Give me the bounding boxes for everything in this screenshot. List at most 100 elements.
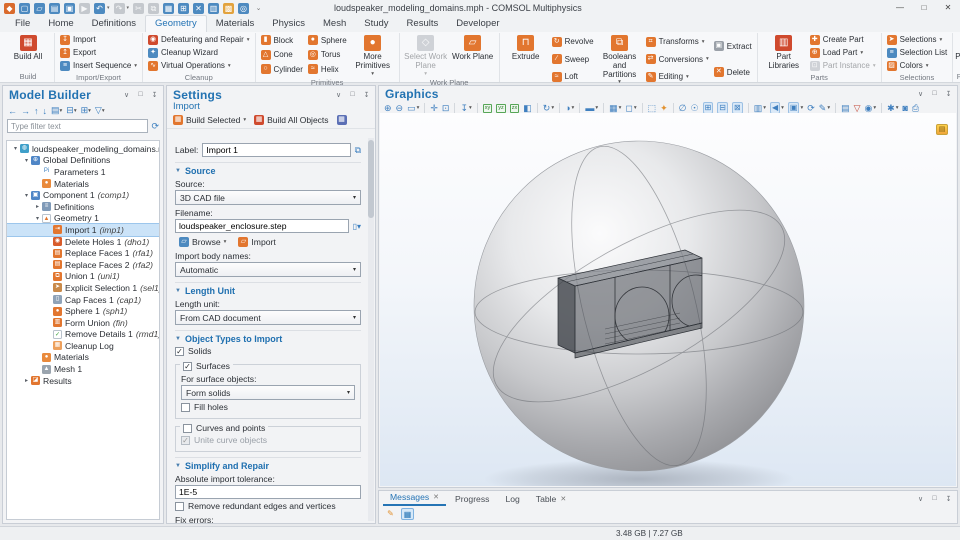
section-header[interactable]: ▼Simplify and Repair bbox=[175, 461, 361, 471]
save-preview-button[interactable]: ▣ bbox=[64, 3, 75, 14]
save-button[interactable]: ▤ bbox=[49, 3, 60, 14]
section-header[interactable]: ▼Object Types to Import bbox=[175, 334, 361, 344]
view-xy-icon[interactable]: xy bbox=[482, 104, 494, 113]
build-selected-button[interactable]: ▦Build Selected▾ bbox=[173, 115, 246, 125]
tab-messages[interactable]: Messages✕ bbox=[383, 491, 446, 506]
tree-item-parameters-1[interactable]: PiParameters 1 bbox=[7, 166, 159, 178]
sphere-button[interactable]: ●Sphere bbox=[306, 34, 349, 47]
colors-button[interactable]: ▨Colors▾ bbox=[885, 59, 950, 72]
pin-panel-icon[interactable]: ↧ bbox=[150, 91, 159, 99]
clear-messages-icon[interactable]: ✎ bbox=[384, 508, 397, 520]
new-file-button[interactable]: ▢ bbox=[19, 3, 30, 14]
length-unit-select[interactable]: From CAD document▾ bbox=[175, 310, 361, 325]
selection-list-button[interactable]: ≡Selection List bbox=[885, 46, 950, 59]
filename-options-icon[interactable]: ▯▾ bbox=[353, 222, 361, 231]
redo-button-dropdown[interactable]: ▾ bbox=[127, 5, 130, 11]
tree-expander[interactable]: ▾ bbox=[22, 192, 31, 199]
float-panel-icon[interactable]: □ bbox=[136, 91, 145, 99]
pin-panel-icon[interactable]: ↧ bbox=[362, 91, 371, 99]
surfaces-checkbox[interactable]: ✓Surfaces bbox=[180, 360, 233, 372]
duplicate-button[interactable]: ⊞ bbox=[178, 3, 189, 14]
open-button[interactable]: ▱ bbox=[34, 3, 45, 14]
paste-button[interactable]: ▦ bbox=[163, 3, 174, 14]
tree-item-form-union[interactable]: ▥Form Union(fin) bbox=[7, 317, 159, 329]
close-button[interactable]: ✕ bbox=[936, 0, 960, 16]
cone-button[interactable]: △Cone bbox=[259, 48, 305, 61]
pin-panel-icon[interactable]: ↧ bbox=[944, 495, 953, 503]
import-button[interactable]: ▱Import bbox=[234, 236, 279, 248]
tab-file[interactable]: File bbox=[6, 16, 39, 32]
expand-all-button[interactable]: ⊞▾ bbox=[81, 105, 91, 116]
tree-item-materials[interactable]: ●Materials bbox=[7, 178, 159, 190]
tree-expander[interactable]: ▸ bbox=[33, 203, 42, 210]
more-primitives-button[interactable]: ●More Primitives ▾ bbox=[350, 33, 396, 77]
tree-item-explicit-selection-1[interactable]: ➤Explicit Selection 1(sel1) bbox=[7, 282, 159, 294]
export-button[interactable]: ↥Export bbox=[58, 46, 139, 59]
section-header[interactable]: ▼Source bbox=[175, 166, 361, 176]
delete-button[interactable]: ✕ bbox=[193, 3, 204, 14]
extrude-button[interactable]: ⊓Extrude bbox=[503, 33, 549, 85]
back-button[interactable]: ← bbox=[8, 106, 17, 116]
tree-item-component-1[interactable]: ▾▣Component 1(comp1) bbox=[7, 189, 159, 201]
app-icon[interactable]: ◆ bbox=[4, 3, 15, 14]
browse-button[interactable]: ▱Browse▾ bbox=[175, 236, 230, 248]
close-tab-icon[interactable]: ✕ bbox=[433, 493, 439, 501]
curves-points-checkbox[interactable]: Curves and points bbox=[180, 422, 268, 434]
build-all-button[interactable]: ▦Build All bbox=[5, 33, 51, 71]
float-panel-icon[interactable]: □ bbox=[348, 91, 357, 99]
virtual-operations-button[interactable]: ∿Virtual Operations▾ bbox=[146, 59, 251, 72]
selections-button[interactable]: ➤Selections▾ bbox=[885, 33, 950, 46]
settings-scrollbar[interactable] bbox=[368, 138, 374, 521]
tree-item-geometry-1[interactable]: ▾▲Geometry 1 bbox=[7, 213, 159, 225]
table-view-icon[interactable]: ▦ bbox=[401, 508, 414, 520]
forward-button[interactable]: → bbox=[21, 106, 30, 116]
pin-panel-icon[interactable]: ↧ bbox=[944, 90, 953, 98]
panel-menu-icon[interactable]: ∨ bbox=[916, 495, 925, 503]
undo-button-dropdown[interactable]: ▾ bbox=[107, 5, 110, 11]
helix-button[interactable]: ≈Helix bbox=[306, 63, 349, 76]
refresh-icon[interactable]: ⟳ bbox=[151, 121, 159, 132]
booleans-and-partitions-button[interactable]: ⧉Booleans and Partitions ▾ bbox=[597, 33, 643, 85]
work-plane-button[interactable]: ▱Work Plane bbox=[450, 33, 496, 77]
tab-definitions[interactable]: Definitions bbox=[83, 16, 145, 32]
transforms-button[interactable]: ⌗Transforms▾ bbox=[644, 35, 711, 48]
panel-menu-icon[interactable]: ∨ bbox=[334, 91, 343, 99]
fill-holes-checkbox[interactable]: Fill holes bbox=[181, 401, 355, 413]
load-part-button[interactable]: ⊕Load Part▾ bbox=[808, 46, 878, 59]
maximize-button[interactable]: □ bbox=[912, 0, 936, 16]
model-tree-filter-button[interactable]: ▽▾ bbox=[95, 105, 105, 116]
float-panel-icon[interactable]: □ bbox=[930, 90, 939, 98]
tree-item-results[interactable]: ▸◪Results bbox=[7, 375, 159, 387]
section-header[interactable]: ▼Length Unit bbox=[175, 286, 361, 296]
tree-item-union-1[interactable]: ⧉Union 1(uni1) bbox=[7, 271, 159, 283]
show-options-button[interactable]: ▤▾ bbox=[51, 105, 62, 116]
label-input[interactable] bbox=[202, 143, 350, 157]
tab-physics[interactable]: Physics bbox=[263, 16, 314, 32]
cylinder-button[interactable]: ○Cylinder bbox=[259, 63, 305, 76]
insert-sequence-button[interactable]: ≡Insert Sequence▾ bbox=[58, 59, 139, 72]
collapse-all-button[interactable]: ⊟▾ bbox=[66, 105, 76, 116]
settings-tool-button[interactable]: ▦ bbox=[337, 115, 347, 125]
tree-item-global-definitions[interactable]: ▾⊕Global Definitions bbox=[7, 155, 159, 167]
tree-item-remove-details-1[interactable]: ✓Remove Details 1(rmd1) bbox=[7, 329, 159, 341]
tab-log[interactable]: Log bbox=[498, 493, 526, 506]
cleanup-wizard-button[interactable]: ✦Cleanup Wizard bbox=[146, 46, 251, 59]
block-button[interactable]: ▮Block bbox=[259, 34, 305, 47]
tree-item-cap-faces-1[interactable]: ▯Cap Faces 1(cap1) bbox=[7, 294, 159, 306]
tolerance-input[interactable] bbox=[175, 485, 361, 499]
tree-expander[interactable]: ▾ bbox=[33, 215, 42, 222]
tree-item-replace-faces-2[interactable]: ▤Replace Faces 2(rfa2) bbox=[7, 259, 159, 271]
tab-progress[interactable]: Progress bbox=[448, 493, 496, 506]
revolve-button[interactable]: ↻Revolve bbox=[550, 35, 596, 48]
solids-checkbox[interactable]: ✓Solids bbox=[175, 345, 361, 357]
search-button[interactable]: ◎ bbox=[238, 3, 249, 14]
extract-button[interactable]: ▣Extract bbox=[712, 40, 754, 53]
build-all-objects-button[interactable]: ▦Build All Objects bbox=[254, 115, 328, 125]
tree-item-materials[interactable]: ●Materials bbox=[7, 352, 159, 364]
graphics-context-icon[interactable]: ▤ bbox=[936, 124, 948, 135]
tab-results[interactable]: Results bbox=[398, 16, 448, 32]
move-down-button[interactable]: ↓ bbox=[43, 106, 48, 116]
grid-view-button[interactable]: ▥ bbox=[208, 3, 219, 14]
loft-button[interactable]: ≈Loft bbox=[550, 70, 596, 83]
tab-study[interactable]: Study bbox=[355, 16, 397, 32]
